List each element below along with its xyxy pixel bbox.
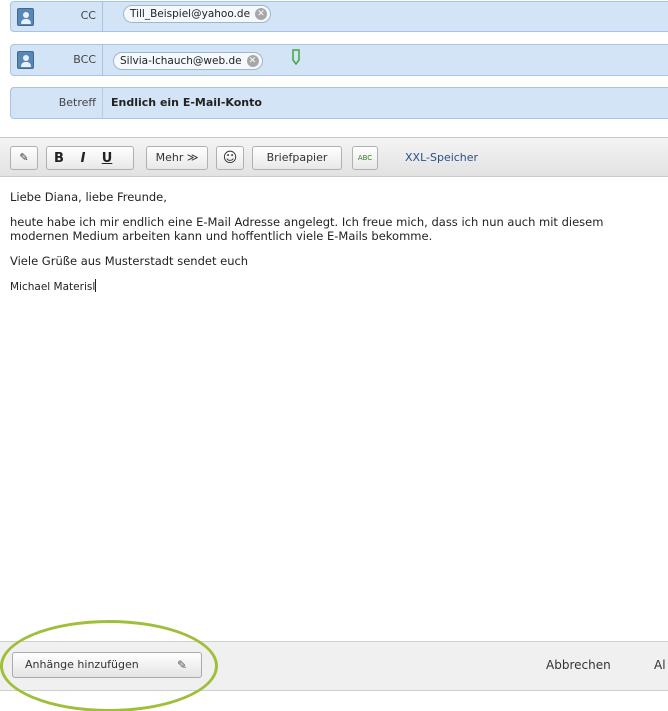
body-paragraph: heute habe ich mir endlich eine E-Mail A…: [10, 215, 604, 243]
smiley-icon[interactable]: ☺: [216, 146, 244, 170]
compose-footer: Anhänge hinzufügen ✎ Abbrechen Al: [0, 641, 668, 691]
signature-line: Michael Materisl: [10, 279, 620, 294]
cc-recipient-text: Till_Beispiel@yahoo.de: [130, 8, 251, 20]
mail-header: CC Till_Beispiel@yahoo.de ✕ BCC Silvia-I…: [0, 0, 668, 132]
underline-button[interactable]: U: [95, 148, 119, 170]
cc-recipient-chip[interactable]: Till_Beispiel@yahoo.de ✕: [123, 5, 272, 23]
text-cursor-icon: [292, 49, 300, 65]
signature-text: Michael Materisl: [10, 281, 96, 293]
subject-field[interactable]: Endlich ein E-Mail-Konto: [111, 88, 262, 118]
cc-label: CC: [11, 2, 103, 31]
cancel-button[interactable]: Abbrechen: [546, 654, 611, 676]
subject-row[interactable]: Betreff Endlich ein E-Mail-Konto: [10, 87, 668, 119]
text-caret: [95, 279, 97, 292]
more-format-button[interactable]: Mehr ≫: [146, 146, 208, 170]
closing-text: Viele Grüße aus Musterstadt sendet euch: [10, 254, 249, 268]
bcc-label: BCC: [11, 45, 103, 75]
add-attachments-label: Anhänge hinzufügen: [25, 658, 139, 671]
message-body[interactable]: Liebe Diana, liebe Freunde, heute habe i…: [0, 178, 668, 640]
next-footer-button[interactable]: Al: [654, 654, 666, 676]
bcc-row: BCC Silvia-Ichauch@web.de ✕: [10, 44, 668, 76]
text-style-group: BIU: [46, 146, 134, 170]
remove-chip-icon[interactable]: ✕: [246, 55, 259, 67]
paperclip-icon[interactable]: ✎: [10, 146, 38, 170]
spellcheck-icon[interactable]: ABC: [352, 146, 378, 170]
add-attachments-button[interactable]: Anhänge hinzufügen ✎: [12, 652, 202, 678]
xxl-storage-link[interactable]: XXL-Speicher: [405, 146, 478, 170]
bcc-recipient-chip[interactable]: Silvia-Ichauch@web.de ✕: [113, 52, 263, 70]
cc-row: CC Till_Beispiel@yahoo.de ✕: [10, 1, 668, 32]
format-toolbar: ✎ BIU Mehr ≫ ☺ Briefpapier ABC XXL-Speic…: [0, 137, 668, 177]
bold-button[interactable]: B: [47, 148, 71, 170]
greeting-text: Liebe Diana, liebe Freunde,: [10, 190, 167, 204]
subject-label: Betreff: [11, 88, 103, 118]
bcc-recipient-text: Silvia-Ichauch@web.de: [120, 55, 242, 67]
paperclip-icon: ✎: [176, 658, 187, 672]
italic-button[interactable]: I: [71, 148, 95, 170]
letterhead-button[interactable]: Briefpapier: [252, 146, 342, 170]
remove-chip-icon[interactable]: ✕: [255, 8, 268, 20]
